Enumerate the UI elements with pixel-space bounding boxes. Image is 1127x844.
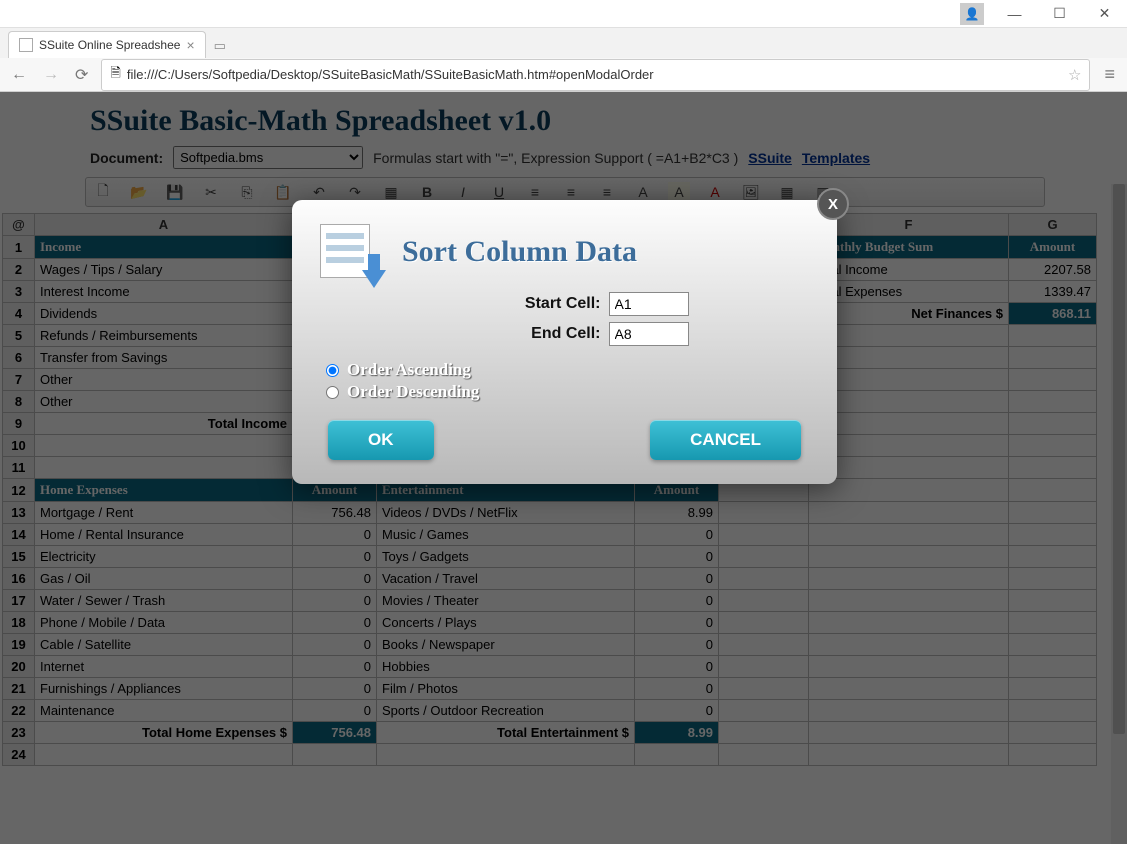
sort-icon xyxy=(316,220,384,284)
window-titlebar: 👤 — ☐ ✕ xyxy=(0,0,1127,28)
minimize-button[interactable]: — xyxy=(992,0,1037,28)
start-cell-label: Start Cell: xyxy=(441,295,601,313)
browser-tabbar: SSuite Online Spreadshee × ▭ xyxy=(0,28,1127,58)
new-tab-button[interactable]: ▭ xyxy=(206,34,234,58)
ok-button[interactable]: OK xyxy=(328,420,434,460)
favicon-icon xyxy=(19,38,33,52)
tab-close-icon[interactable]: × xyxy=(186,37,194,53)
order-ascending-label: Order Ascending xyxy=(347,360,471,380)
modal-close-button[interactable]: X xyxy=(817,188,849,220)
close-button[interactable]: ✕ xyxy=(1082,0,1127,28)
end-cell-label: End Cell: xyxy=(441,325,601,343)
sort-modal: X Sort Column Data Start Cell: End Cell:… xyxy=(292,200,837,484)
tab-title: SSuite Online Spreadshee xyxy=(39,38,180,52)
cancel-button[interactable]: CANCEL xyxy=(650,420,801,460)
address-bar: ← → ⟳ 🗎 file:///C:/Users/Softpedia/Deskt… xyxy=(0,58,1127,92)
user-icon[interactable]: 👤 xyxy=(960,3,984,25)
url-text: file:///C:/Users/Softpedia/Desktop/SSuit… xyxy=(127,67,1062,82)
order-descending-radio[interactable] xyxy=(326,386,339,399)
page-icon: 🗎 xyxy=(110,64,120,86)
end-cell-input[interactable] xyxy=(609,322,689,346)
browser-menu-icon[interactable]: ≡ xyxy=(1100,64,1119,85)
modal-title: Sort Column Data xyxy=(402,235,637,269)
reload-button[interactable]: ⟳ xyxy=(72,65,91,85)
url-input[interactable]: 🗎 file:///C:/Users/Softpedia/Desktop/SSu… xyxy=(101,59,1090,91)
back-button[interactable]: ← xyxy=(8,66,30,84)
bookmark-icon[interactable]: ☆ xyxy=(1068,66,1081,84)
order-descending-label: Order Descending xyxy=(347,382,479,402)
order-ascending-radio[interactable] xyxy=(326,364,339,377)
browser-tab[interactable]: SSuite Online Spreadshee × xyxy=(8,31,206,58)
start-cell-input[interactable] xyxy=(609,292,689,316)
forward-button[interactable]: → xyxy=(40,66,62,84)
maximize-button[interactable]: ☐ xyxy=(1037,0,1082,28)
